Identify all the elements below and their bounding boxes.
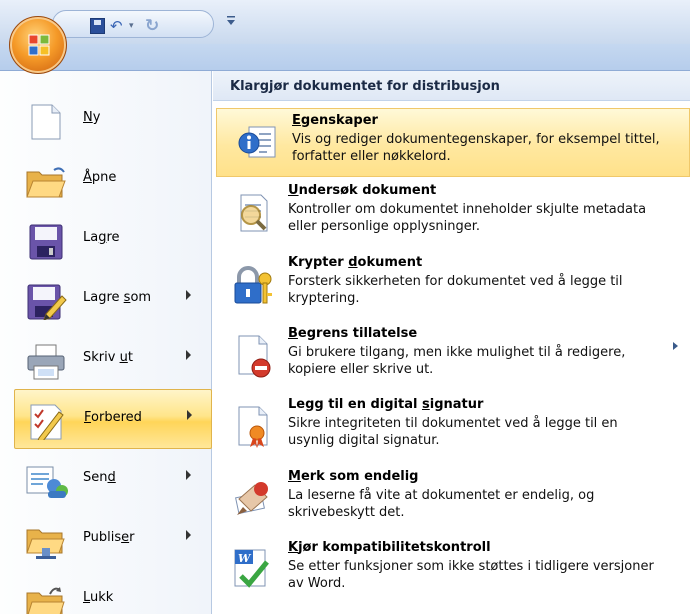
compatibility-check-icon: W xyxy=(231,548,275,592)
office-button[interactable] xyxy=(9,16,67,74)
prepare-option-signatur[interactable]: Legg til en digital signatur Sikre integr… xyxy=(213,393,690,462)
access-key: e xyxy=(121,530,130,545)
close-folder-icon xyxy=(24,584,68,614)
publish-icon xyxy=(24,524,68,560)
access-key: M xyxy=(288,469,301,484)
submenu-title: Klargjør dokumentet for distribusjon xyxy=(230,79,500,94)
submenu-arrow-icon xyxy=(186,530,191,540)
option-title: Legg til en digital signatur xyxy=(288,397,484,412)
ribbon-strip xyxy=(0,44,690,71)
menu-command-send[interactable]: Send xyxy=(0,450,212,510)
send-icon xyxy=(24,464,68,500)
menu-command-label: Lagre som xyxy=(83,290,152,305)
option-title: Begrens tillatelse xyxy=(288,326,418,341)
submenu-arrow-icon xyxy=(186,290,191,300)
submenu-arrow-icon xyxy=(187,410,192,420)
submenu-arrow-icon xyxy=(186,470,191,480)
undo-dropdown-icon[interactable]: ▾ xyxy=(129,18,139,34)
customize-quick-access-icon[interactable] xyxy=(226,14,236,32)
menu-command-lukk[interactable]: Lukk xyxy=(0,570,212,614)
menu-command-lagre[interactable]: Lagre xyxy=(0,210,212,270)
option-title: Undersøk dokument xyxy=(288,183,437,198)
menu-command-label: Send xyxy=(83,470,116,485)
menu-command-label: Lukk xyxy=(83,590,114,605)
office-logo-icon xyxy=(28,34,50,56)
prepare-submenu: Klargjør dokumentet for distribusjon Ege… xyxy=(213,71,690,614)
prepare-option-krypter[interactable]: Krypter dokument Forsterk sikkerheten for… xyxy=(213,251,690,320)
option-description: La leserne få vite at dokumentet er ende… xyxy=(288,488,595,520)
access-key: s xyxy=(421,397,430,412)
prepare-option-endelig[interactable]: Merk som endelig La leserne få vite at do… xyxy=(213,465,690,534)
menu-command-forbered[interactable]: Forbered xyxy=(14,389,212,449)
encrypt-lock-key-icon xyxy=(231,263,275,307)
save-icon[interactable] xyxy=(90,18,105,34)
menu-command-ny[interactable]: Ny xyxy=(0,90,212,150)
option-title: Krypter dokument xyxy=(288,255,423,270)
prepare-option-undersok[interactable]: Undersøk dokument Kontroller om dokumente… xyxy=(213,179,690,248)
menu-command-label: Ny xyxy=(83,110,101,125)
save-as-icon xyxy=(24,284,68,321)
undo-icon[interactable]: ↶ xyxy=(110,18,126,34)
access-key: N xyxy=(83,110,93,125)
mark-final-icon xyxy=(231,477,275,521)
option-title: Egenskaper xyxy=(292,113,378,128)
option-description: Forsterk sikkerheten for dokumentet ved … xyxy=(288,274,623,306)
submenu-header: Klargjør dokumentet for distribusjon xyxy=(213,71,690,101)
submenu-arrow-icon xyxy=(673,342,678,350)
menu-command-label: Publiser xyxy=(83,530,135,545)
menu-command-publiser[interactable]: Publiser xyxy=(0,510,212,570)
access-key: F xyxy=(84,410,92,425)
access-key: B xyxy=(288,326,298,341)
save-floppy-icon xyxy=(24,224,68,260)
option-description: Se etter funksjoner som ikke støttes i t… xyxy=(288,559,654,591)
menu-command-label: Skriv ut xyxy=(83,350,133,365)
access-key: d xyxy=(348,255,358,270)
quick-access-toolbar: ↶ ▾ ↻ xyxy=(0,0,690,44)
menu-command-apne[interactable]: Åpne xyxy=(0,150,212,210)
access-key: d xyxy=(107,470,116,485)
menu-command-label: Lagre xyxy=(83,230,120,245)
option-description: Gi brukere tilgang, men ikke mulighet ti… xyxy=(288,345,626,377)
menu-command-skriv-ut[interactable]: Skriv ut xyxy=(0,330,212,390)
option-description: Sikre integriteten til dokumentet ved å … xyxy=(288,416,618,448)
access-key: Å xyxy=(83,170,92,185)
prepare-option-egenskaper[interactable]: Egenskaper Vis og rediger dokumentegenska… xyxy=(216,108,690,177)
option-title: Kjør kompatibilitetskontroll xyxy=(288,540,491,555)
option-description: Vis og rediger dokumentegenskaper, for e… xyxy=(292,132,660,164)
menu-command-label: Forbered xyxy=(84,410,142,425)
access-key: U xyxy=(288,183,299,198)
restrict-permission-icon xyxy=(231,334,275,378)
digital-signature-icon xyxy=(231,405,275,449)
office-menu-commands: Ny Åpne Lagre Lagre som Skriv ut Forbered Send… xyxy=(0,71,212,614)
menu-command-label: Åpne xyxy=(83,170,117,185)
option-title: Merk som endelig xyxy=(288,469,419,484)
submenu-arrow-icon xyxy=(186,350,191,360)
printer-icon xyxy=(24,344,68,380)
properties-icon xyxy=(235,121,279,165)
access-key: E xyxy=(292,113,301,128)
access-key: u xyxy=(119,350,128,365)
access-key: K xyxy=(288,540,299,555)
open-folder-icon xyxy=(24,164,68,200)
menu-command-lagre-som[interactable]: Lagre som xyxy=(0,270,212,330)
inspect-document-icon xyxy=(231,191,275,235)
option-description: Kontroller om dokumentet inneholder skju… xyxy=(288,202,647,234)
new-document-icon xyxy=(24,104,68,140)
access-key: L xyxy=(83,590,91,605)
svg-text:W: W xyxy=(238,552,252,565)
redo-icon[interactable]: ↻ xyxy=(145,18,163,35)
prepare-icon xyxy=(25,404,69,444)
prepare-option-begrens[interactable]: Begrens tillatelse Gi brukere tilgang, me… xyxy=(213,322,690,391)
prepare-option-kompatibilitet[interactable]: W Kjør kompatibilitetskontroll Se etter fu… xyxy=(213,536,690,605)
